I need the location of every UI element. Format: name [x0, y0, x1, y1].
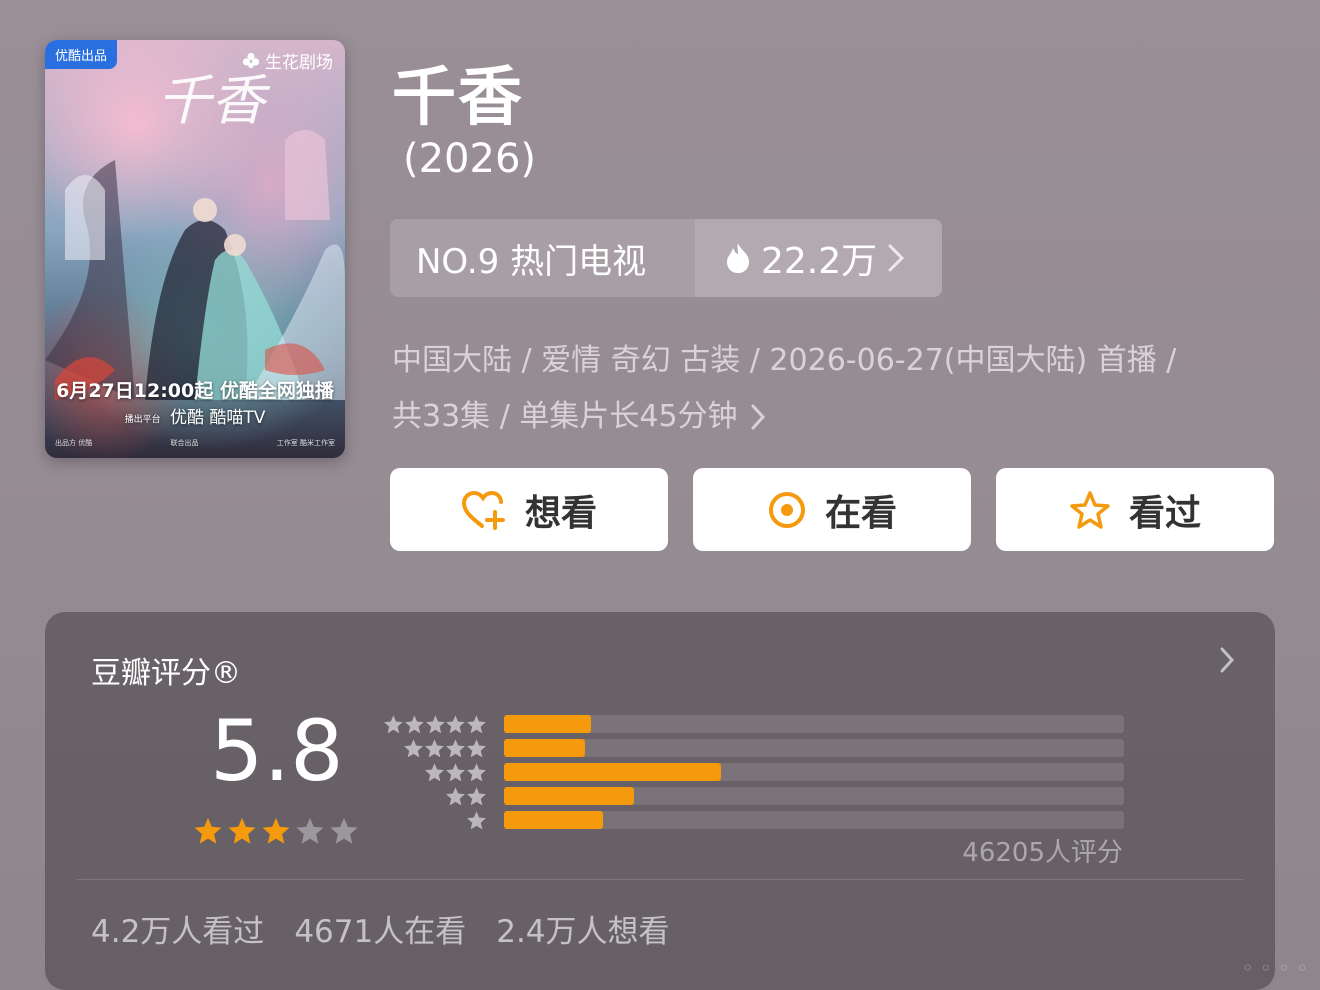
star-filled-icon: [228, 817, 256, 844]
distribution-track: [504, 715, 1124, 733]
rank-pill[interactable]: NO.9 热门电视 22.2万: [390, 219, 942, 297]
heat-button[interactable]: 22.2万: [695, 219, 942, 297]
rating-title: 豆瓣评分®: [91, 656, 241, 691]
poster-date-line: 6月27日12:00起 优酷全网独播: [56, 380, 334, 402]
poster-fine-print: 出品方 优酷 联合出品 工作室 酷米工作室: [55, 438, 335, 448]
star-small-icon: [425, 738, 444, 757]
star-small-icon: [467, 714, 486, 733]
star-outline-icon: [1070, 490, 1110, 529]
rank-label[interactable]: NO.9 热门电视: [390, 219, 695, 297]
star-small-icon: [446, 714, 466, 733]
poster-platform-1: 优酷: [170, 408, 204, 428]
poster-brand-label: 生花剧场: [265, 53, 333, 73]
meta-info[interactable]: 中国大陆 / 爱情 奇幻 古装 / 2026-06-27(中国大陆) 首播 / …: [392, 333, 1292, 445]
want-to-watch-button[interactable]: 想看: [390, 468, 668, 551]
distribution-bar: [504, 763, 721, 781]
rating-stars: [193, 816, 359, 846]
want-count[interactable]: 2.4万人想看: [496, 906, 669, 951]
star-empty-icon: [296, 817, 324, 844]
meta-line-2-row: 共33集 / 单集片长45分钟: [392, 389, 1292, 445]
watched-button[interactable]: 看过: [996, 468, 1274, 551]
distribution-row: [383, 736, 1143, 760]
distribution-bar: [504, 787, 635, 805]
star-empty-icon: [330, 817, 358, 844]
chevron-right-icon[interactable]: [1219, 646, 1235, 674]
watching-count[interactable]: 4671人在看: [294, 906, 466, 951]
poster-badge: 优酷出品: [45, 40, 118, 69]
watching-label: 在看: [824, 492, 897, 534]
star-small-icon: [467, 786, 486, 805]
divider: [77, 879, 1243, 880]
want-to-watch-label: 想看: [524, 492, 597, 534]
poster-fine-left: 出品方 优酷: [55, 439, 93, 447]
chevron-right-icon: [888, 244, 905, 272]
star-small-icon: [467, 738, 486, 757]
star-filled-icon: [194, 817, 222, 844]
star-small-icon: [425, 714, 445, 733]
distribution-stars: [383, 714, 487, 735]
distribution-bar: [504, 811, 604, 829]
watching-button[interactable]: 在看: [693, 468, 971, 551]
distribution-track: [504, 763, 1124, 781]
distribution-stars: [383, 810, 487, 831]
star-small-icon: [384, 714, 403, 733]
poster-platform-label: 播出平台: [124, 414, 161, 425]
heat-value: 22.2万: [761, 241, 878, 282]
distribution-stars: [383, 762, 487, 783]
meta-line-2: 共33集 / 单集片长45分钟: [392, 399, 738, 434]
poster-fine-mid: 联合出品: [170, 439, 199, 447]
watermark: ◦ ◦ ◦ ◦: [1241, 956, 1308, 980]
heart-plus-icon: [461, 490, 505, 530]
star-filled-icon: [262, 817, 290, 844]
distribution-row: [383, 784, 1143, 808]
star-small-icon: [425, 762, 444, 781]
page-title: 千香: [392, 61, 524, 135]
star-small-icon: [446, 786, 465, 805]
distribution-bar: [504, 739, 585, 757]
target-icon: [768, 491, 805, 528]
distribution-track: [504, 739, 1124, 757]
star-small-icon: [404, 738, 423, 757]
poster-platforms: 播出平台 优酷 酷喵TV: [45, 403, 345, 428]
poster-figures: [45, 130, 345, 400]
distribution-track: [504, 787, 1124, 805]
poster-image[interactable]: 优酷出品 生花剧场 千香 6月27日12:00起 优酷全网独播 播出平台 优酷 …: [45, 40, 345, 458]
distribution-track: [504, 811, 1124, 829]
flame-icon: [727, 243, 749, 273]
poster-platform-2: 酷喵TV: [209, 408, 266, 428]
distribution-row: [383, 760, 1143, 784]
star-small-icon: [467, 762, 486, 781]
rating-count: 46205人评分: [962, 838, 1123, 868]
distribution-bar: [504, 715, 591, 733]
rating-score: 5.8: [210, 702, 344, 800]
star-small-icon: [446, 762, 465, 781]
distribution-stars: [383, 786, 487, 807]
chevron-right-icon: [751, 404, 765, 430]
distribution-stars: [383, 738, 487, 759]
rating-card[interactable]: 豆瓣评分® 5.8 46205人评分 4.2万人看过 4671人在看 2.4万人…: [45, 612, 1275, 990]
distribution-row: [383, 808, 1143, 832]
release-year: (2026): [403, 136, 537, 182]
watch-stats: 4.2万人看过 4671人在看 2.4万人想看: [91, 906, 670, 951]
action-buttons: 想看 在看 看过: [390, 468, 1274, 551]
meta-line-1: 中国大陆 / 爱情 奇幻 古装 / 2026-06-27(中国大陆) 首播 /: [392, 343, 1177, 378]
poster-fine-right: 工作室 酷米工作室: [276, 439, 335, 447]
watched-label: 看过: [1128, 492, 1201, 534]
star-small-icon: [446, 738, 465, 757]
distribution-row: [383, 712, 1143, 736]
star-small-icon: [404, 714, 424, 733]
watched-count[interactable]: 4.2万人看过: [91, 906, 264, 951]
star-small-icon: [467, 810, 486, 829]
